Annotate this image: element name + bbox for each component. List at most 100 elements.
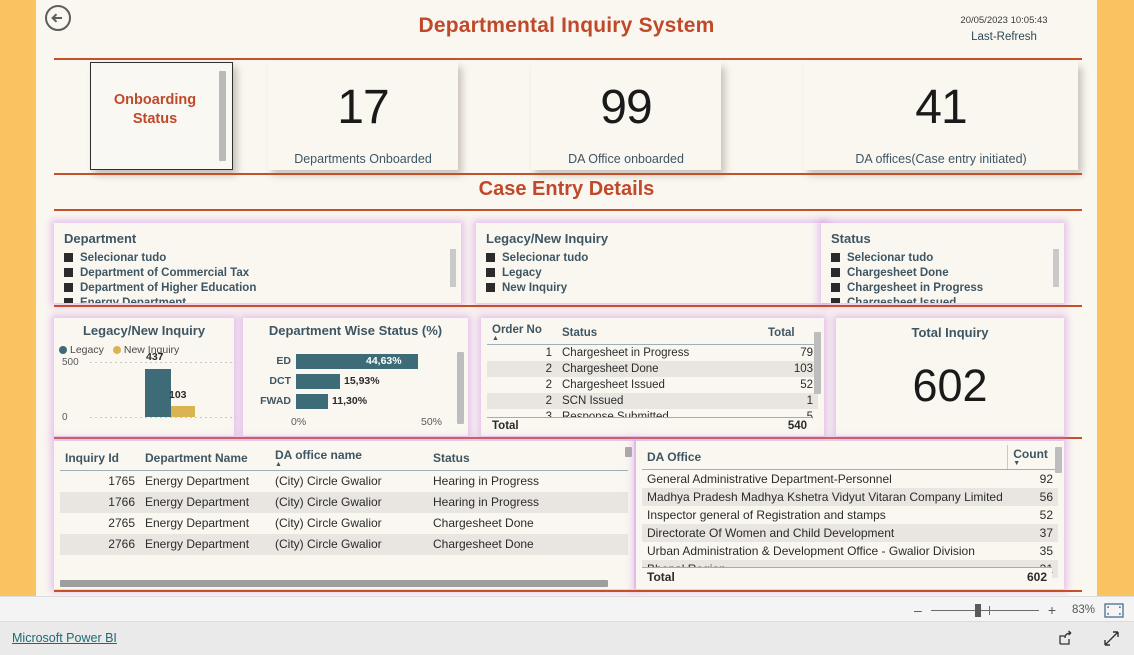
slicer-legacy-new-inquiry[interactable]: Legacy/New Inquiry Selecionar tudo Legac… xyxy=(476,223,826,303)
table-row[interactable]: 2 Chargesheet Done 103 xyxy=(487,361,818,377)
col-department-name[interactable]: Department Name xyxy=(140,446,270,471)
slicer-department[interactable]: Department Selecionar tudo Department of… xyxy=(54,223,461,303)
table-row[interactable]: 2766 Energy Department (City) Circle Gwa… xyxy=(60,533,628,555)
table-row[interactable]: 2 SCN Issued 1 xyxy=(487,393,818,409)
cell-status: SCN Issued xyxy=(557,393,763,409)
checkbox-icon[interactable] xyxy=(486,283,495,292)
table-inquiry-list[interactable]: Inquiry Id Department Name DA office nam… xyxy=(54,441,634,589)
bar-new-inquiry[interactable] xyxy=(171,406,195,417)
slicer-option-label: New Inquiry xyxy=(502,281,568,294)
col-total[interactable]: Total xyxy=(763,322,818,345)
table-scrollbar[interactable] xyxy=(814,332,821,394)
chart-department-wise-status[interactable]: Department Wise Status (%) ED 44,63% DCT… xyxy=(243,318,468,436)
fit-to-page-icon[interactable] xyxy=(1104,602,1124,618)
checkbox-icon[interactable] xyxy=(64,268,73,277)
slicer-scrollbar[interactable] xyxy=(1053,249,1059,287)
legend-item-legacy[interactable]: Legacy xyxy=(59,344,104,356)
table-order-status[interactable]: Order No ▲ Status Total 1 Chargesheet in… xyxy=(481,318,824,436)
col-da-office[interactable]: DA Office xyxy=(642,445,1008,470)
slicer-option-commercial-tax[interactable]: Department of Commercial Tax xyxy=(64,265,451,280)
fullscreen-icon[interactable] xyxy=(1103,630,1120,647)
table-horizontal-scrollbar[interactable] xyxy=(60,580,608,587)
onboarding-status-button[interactable]: Onboarding Status xyxy=(90,62,233,170)
bar-row-dct[interactable]: DCT 15,93% xyxy=(251,374,451,389)
order-status-grid: Order No ▲ Status Total 1 Chargesheet in… xyxy=(487,322,818,425)
checkbox-icon[interactable] xyxy=(831,298,840,303)
table-da-office[interactable]: DA Office Count ▼ General Administrative… xyxy=(636,441,1064,589)
zoom-slider-thumb[interactable] xyxy=(974,603,981,617)
table-row[interactable]: 2 Chargesheet Issued 52 xyxy=(487,377,818,393)
zoom-in-button[interactable]: + xyxy=(1048,603,1056,617)
cell-inquiry-id: 2766 xyxy=(60,533,140,555)
table-row[interactable]: 1 Chargesheet in Progress 79 xyxy=(487,345,818,362)
slicer-status[interactable]: Status Selecionar tudo Chargesheet Done … xyxy=(821,223,1064,303)
bar-row-ed[interactable]: ED 44,63% xyxy=(251,354,451,369)
table-vertical-scrollbar[interactable] xyxy=(625,447,632,457)
checkbox-icon[interactable] xyxy=(486,253,495,262)
slicer-option-legacy[interactable]: Legacy xyxy=(486,265,816,280)
checkbox-icon[interactable] xyxy=(64,298,73,303)
table-row[interactable]: 2765 Energy Department (City) Circle Gwa… xyxy=(60,513,628,534)
checkbox-icon[interactable] xyxy=(64,253,73,262)
chart-legacy-new-inquiry[interactable]: Legacy/New Inquiry Legacy New Inquiry 50… xyxy=(54,318,236,436)
slicer-option-chargesheet-in-progress[interactable]: Chargesheet in Progress xyxy=(831,280,1054,295)
slicer-option-chargesheet-done[interactable]: Chargesheet Done xyxy=(831,265,1054,280)
slicer-scrollbar[interactable] xyxy=(450,249,456,287)
chart-scrollbar[interactable] xyxy=(457,352,464,424)
zoom-slider[interactable] xyxy=(930,603,1039,617)
footer-bar: Microsoft Power BI xyxy=(0,622,1134,655)
bar-row-fwad[interactable]: FWAD 11,30% xyxy=(251,394,451,409)
share-icon[interactable] xyxy=(1058,630,1075,647)
card-total-inquiry[interactable]: Total Inquiry 602 xyxy=(836,318,1064,436)
bar-legacy[interactable] xyxy=(145,369,171,417)
order-status-total: Total 540 xyxy=(487,417,812,434)
col-status[interactable]: Status xyxy=(557,322,763,345)
slicer-option-label: Department of Commercial Tax xyxy=(80,266,250,279)
bar-fill[interactable] xyxy=(296,374,340,389)
col-status[interactable]: Status xyxy=(428,446,628,471)
col-header-label: Status xyxy=(562,327,598,339)
slicer-option-select-all[interactable]: Selecionar tudo xyxy=(831,250,1054,265)
card-title: Total Inquiry xyxy=(911,325,989,340)
total-value: 602 xyxy=(1000,567,1052,586)
table-row[interactable]: 1766 Energy Department (City) Circle Gwa… xyxy=(60,491,628,513)
cell-inquiry-id: 2765 xyxy=(108,516,135,530)
table-total-row: Total 540 xyxy=(487,417,812,434)
checkbox-icon[interactable] xyxy=(831,283,840,292)
bar-fill[interactable] xyxy=(296,394,328,409)
checkbox-icon[interactable] xyxy=(486,268,495,277)
checkbox-icon[interactable] xyxy=(64,283,73,292)
col-da-office-name[interactable]: DA office name ▲ xyxy=(270,446,428,471)
table-row[interactable]: Directorate Of Women and Child Developme… xyxy=(642,524,1058,542)
checkbox-icon[interactable] xyxy=(831,253,840,262)
table-row[interactable]: Madhya Pradesh Madhya Kshetra Vidyut Vit… xyxy=(642,488,1058,506)
slicer-option-select-all[interactable]: Selecionar tudo xyxy=(64,250,451,265)
onboarding-scrollbar[interactable] xyxy=(219,71,226,161)
table-row[interactable]: Inspector general of Registration and st… xyxy=(642,506,1058,524)
slicer-option-select-all[interactable]: Selecionar tudo xyxy=(486,250,816,265)
slicer-option-energy-department[interactable]: Energy Department xyxy=(64,295,451,303)
kpi-card-da-office-onboarded[interactable]: 99 DA Office onboarded xyxy=(531,62,721,170)
slicer-option-label: Selecionar tudo xyxy=(847,251,934,264)
col-order-no[interactable]: Order No ▲ xyxy=(487,322,557,345)
slicer-option-higher-education[interactable]: Department of Higher Education xyxy=(64,280,451,295)
kpi-card-departments-onboarded[interactable]: 17 Departments Onboarded xyxy=(268,62,458,170)
onboarding-line1: Onboarding xyxy=(113,92,197,108)
col-inquiry-id[interactable]: Inquiry Id xyxy=(60,446,140,471)
table-row[interactable]: 1765 Energy Department (City) Circle Gwa… xyxy=(60,471,628,492)
legend-swatch-icon xyxy=(112,346,121,354)
slicer-option-chargesheet-issued[interactable]: Chargesheet Issued xyxy=(831,295,1054,303)
checkbox-icon[interactable] xyxy=(831,268,840,277)
slicer-option-new-inquiry[interactable]: New Inquiry xyxy=(486,280,816,295)
kpi-label: DA offices(Case entry initiated) xyxy=(855,152,1027,166)
table-row[interactable]: General Administrative Department-Person… xyxy=(642,470,1058,489)
table-scrollbar[interactable] xyxy=(1055,447,1062,473)
cell-count: 56 xyxy=(1007,488,1058,506)
legend-label: Legacy xyxy=(70,344,104,356)
power-bi-link[interactable]: Microsoft Power BI xyxy=(12,631,117,645)
zoom-out-button[interactable]: – xyxy=(914,603,922,617)
kpi-card-da-offices-case-entry[interactable]: 41 DA offices(Case entry initiated) xyxy=(804,62,1078,170)
table-row[interactable]: Urban Administration & Development Offic… xyxy=(642,542,1058,560)
col-count[interactable]: Count ▼ xyxy=(1007,445,1058,470)
cell-office: (City) Circle Gwalior xyxy=(270,533,428,555)
